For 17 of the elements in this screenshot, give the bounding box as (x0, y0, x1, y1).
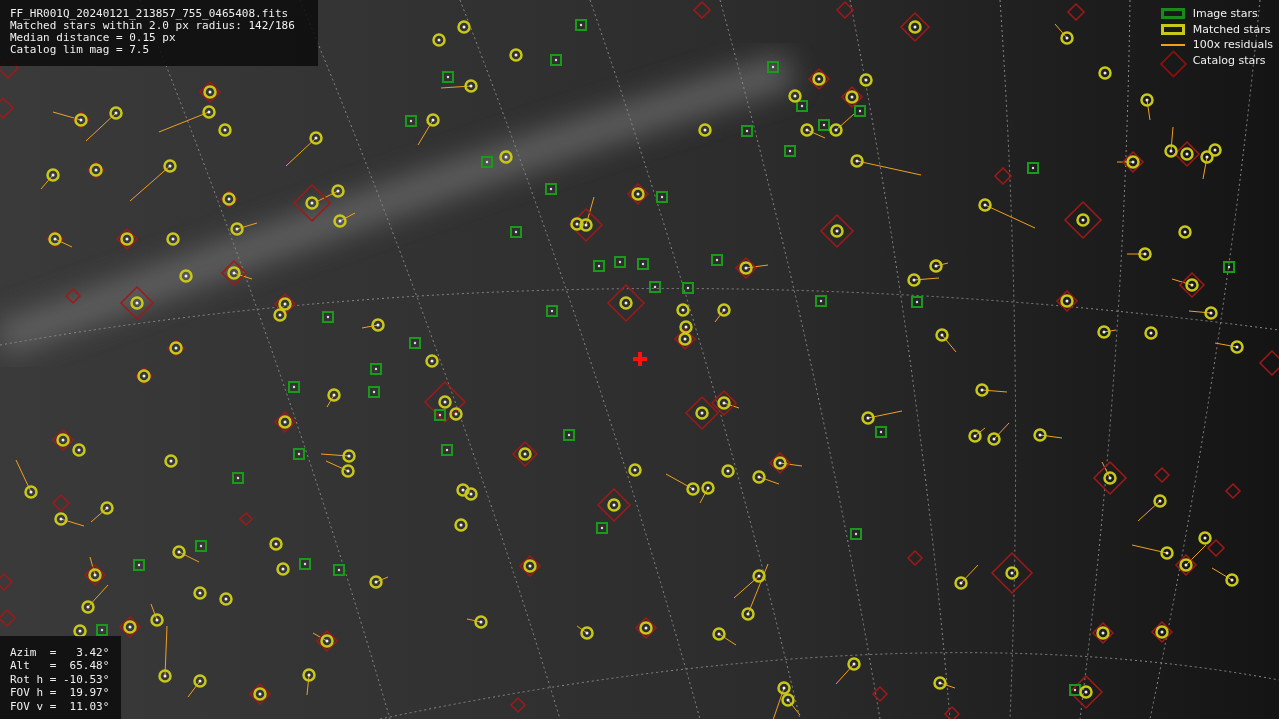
pointing-text: FOV h = 19.97° (10, 686, 109, 700)
matched-star-square-icon (1161, 23, 1186, 35)
pointing-text: Azim = 3.42° (10, 645, 109, 659)
pointing-text: Rot h = -10.53° (10, 672, 109, 686)
pointing-text: Alt = 65.48° (10, 659, 109, 673)
legend-label: 100x residuals (1192, 38, 1273, 52)
pointing-text: FOV v = 11.03° (10, 699, 109, 713)
info-text: Matched stars within 2.0 px radius: 142/186 (10, 20, 296, 32)
diamond-icon (1159, 49, 1187, 80)
residual-line-icon (1161, 43, 1186, 46)
legend-label: Catalog stars (1192, 53, 1266, 67)
image-star-square-icon (1161, 8, 1186, 20)
legend-label: Image stars (1192, 7, 1258, 21)
info-text: Median distance = 0.15 px (10, 32, 177, 44)
info-text: Catalog lim mag = 7.5 (10, 44, 151, 56)
legend-label: Matched stars (1192, 22, 1271, 36)
info-text: FF_HR001Q_20240121_213857_755_0465408.fits (10, 8, 290, 20)
